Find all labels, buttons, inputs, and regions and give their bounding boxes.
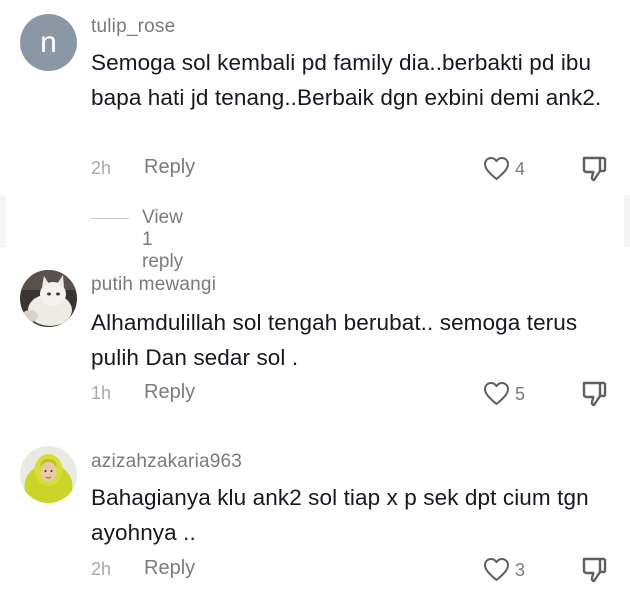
comment-meta: 2h Reply 3 xyxy=(91,556,621,586)
comment-text: Bahagianya klu ank2 sol tiap x p sek dpt… xyxy=(91,485,589,545)
reply-button[interactable]: Reply xyxy=(144,156,195,179)
like-count: 5 xyxy=(515,384,526,404)
avatar[interactable]: n xyxy=(20,14,77,71)
like-count: 3 xyxy=(515,560,526,580)
comment-time: 2h xyxy=(91,559,112,579)
comment-time: 1h xyxy=(91,383,112,403)
reply-button[interactable]: Reply xyxy=(144,557,195,580)
left-edge-shade xyxy=(0,195,6,247)
thumbs-down-icon xyxy=(582,557,607,583)
view-replies-label: View 1 reply xyxy=(142,207,184,272)
divider-line xyxy=(91,218,129,219)
dislike-button[interactable] xyxy=(581,155,607,188)
reply-button[interactable]: Reply xyxy=(144,381,195,404)
thumbs-down-icon xyxy=(582,381,607,407)
heart-outline-icon xyxy=(484,157,509,180)
comment-text: Semoga sol kembali pd family dia..berbak… xyxy=(91,50,602,110)
woman-hijab-avatar xyxy=(20,446,77,503)
comment-meta: 1h Reply 5 xyxy=(91,380,621,410)
comment-text: Alhamdulillah sol tengah berubat.. semog… xyxy=(91,310,578,370)
comment-username[interactable]: putih mewangi xyxy=(91,274,216,296)
like-count: 4 xyxy=(515,159,526,179)
heart-outline-icon xyxy=(484,558,509,581)
comment-time: 2h xyxy=(91,158,112,178)
comment-meta: 2h Reply 4 xyxy=(91,155,621,185)
avatar[interactable] xyxy=(20,270,77,327)
dislike-button[interactable] xyxy=(581,380,607,413)
dislike-button[interactable] xyxy=(581,556,607,589)
cat-photo-avatar xyxy=(20,270,77,327)
heart-outline-icon xyxy=(484,382,509,405)
avatar[interactable] xyxy=(20,446,77,503)
comment-username[interactable]: tulip_rose xyxy=(91,16,175,38)
right-edge-shade xyxy=(624,195,630,247)
comment-username[interactable]: azizahzakaria963 xyxy=(91,451,242,473)
thumbs-down-icon xyxy=(582,156,607,182)
